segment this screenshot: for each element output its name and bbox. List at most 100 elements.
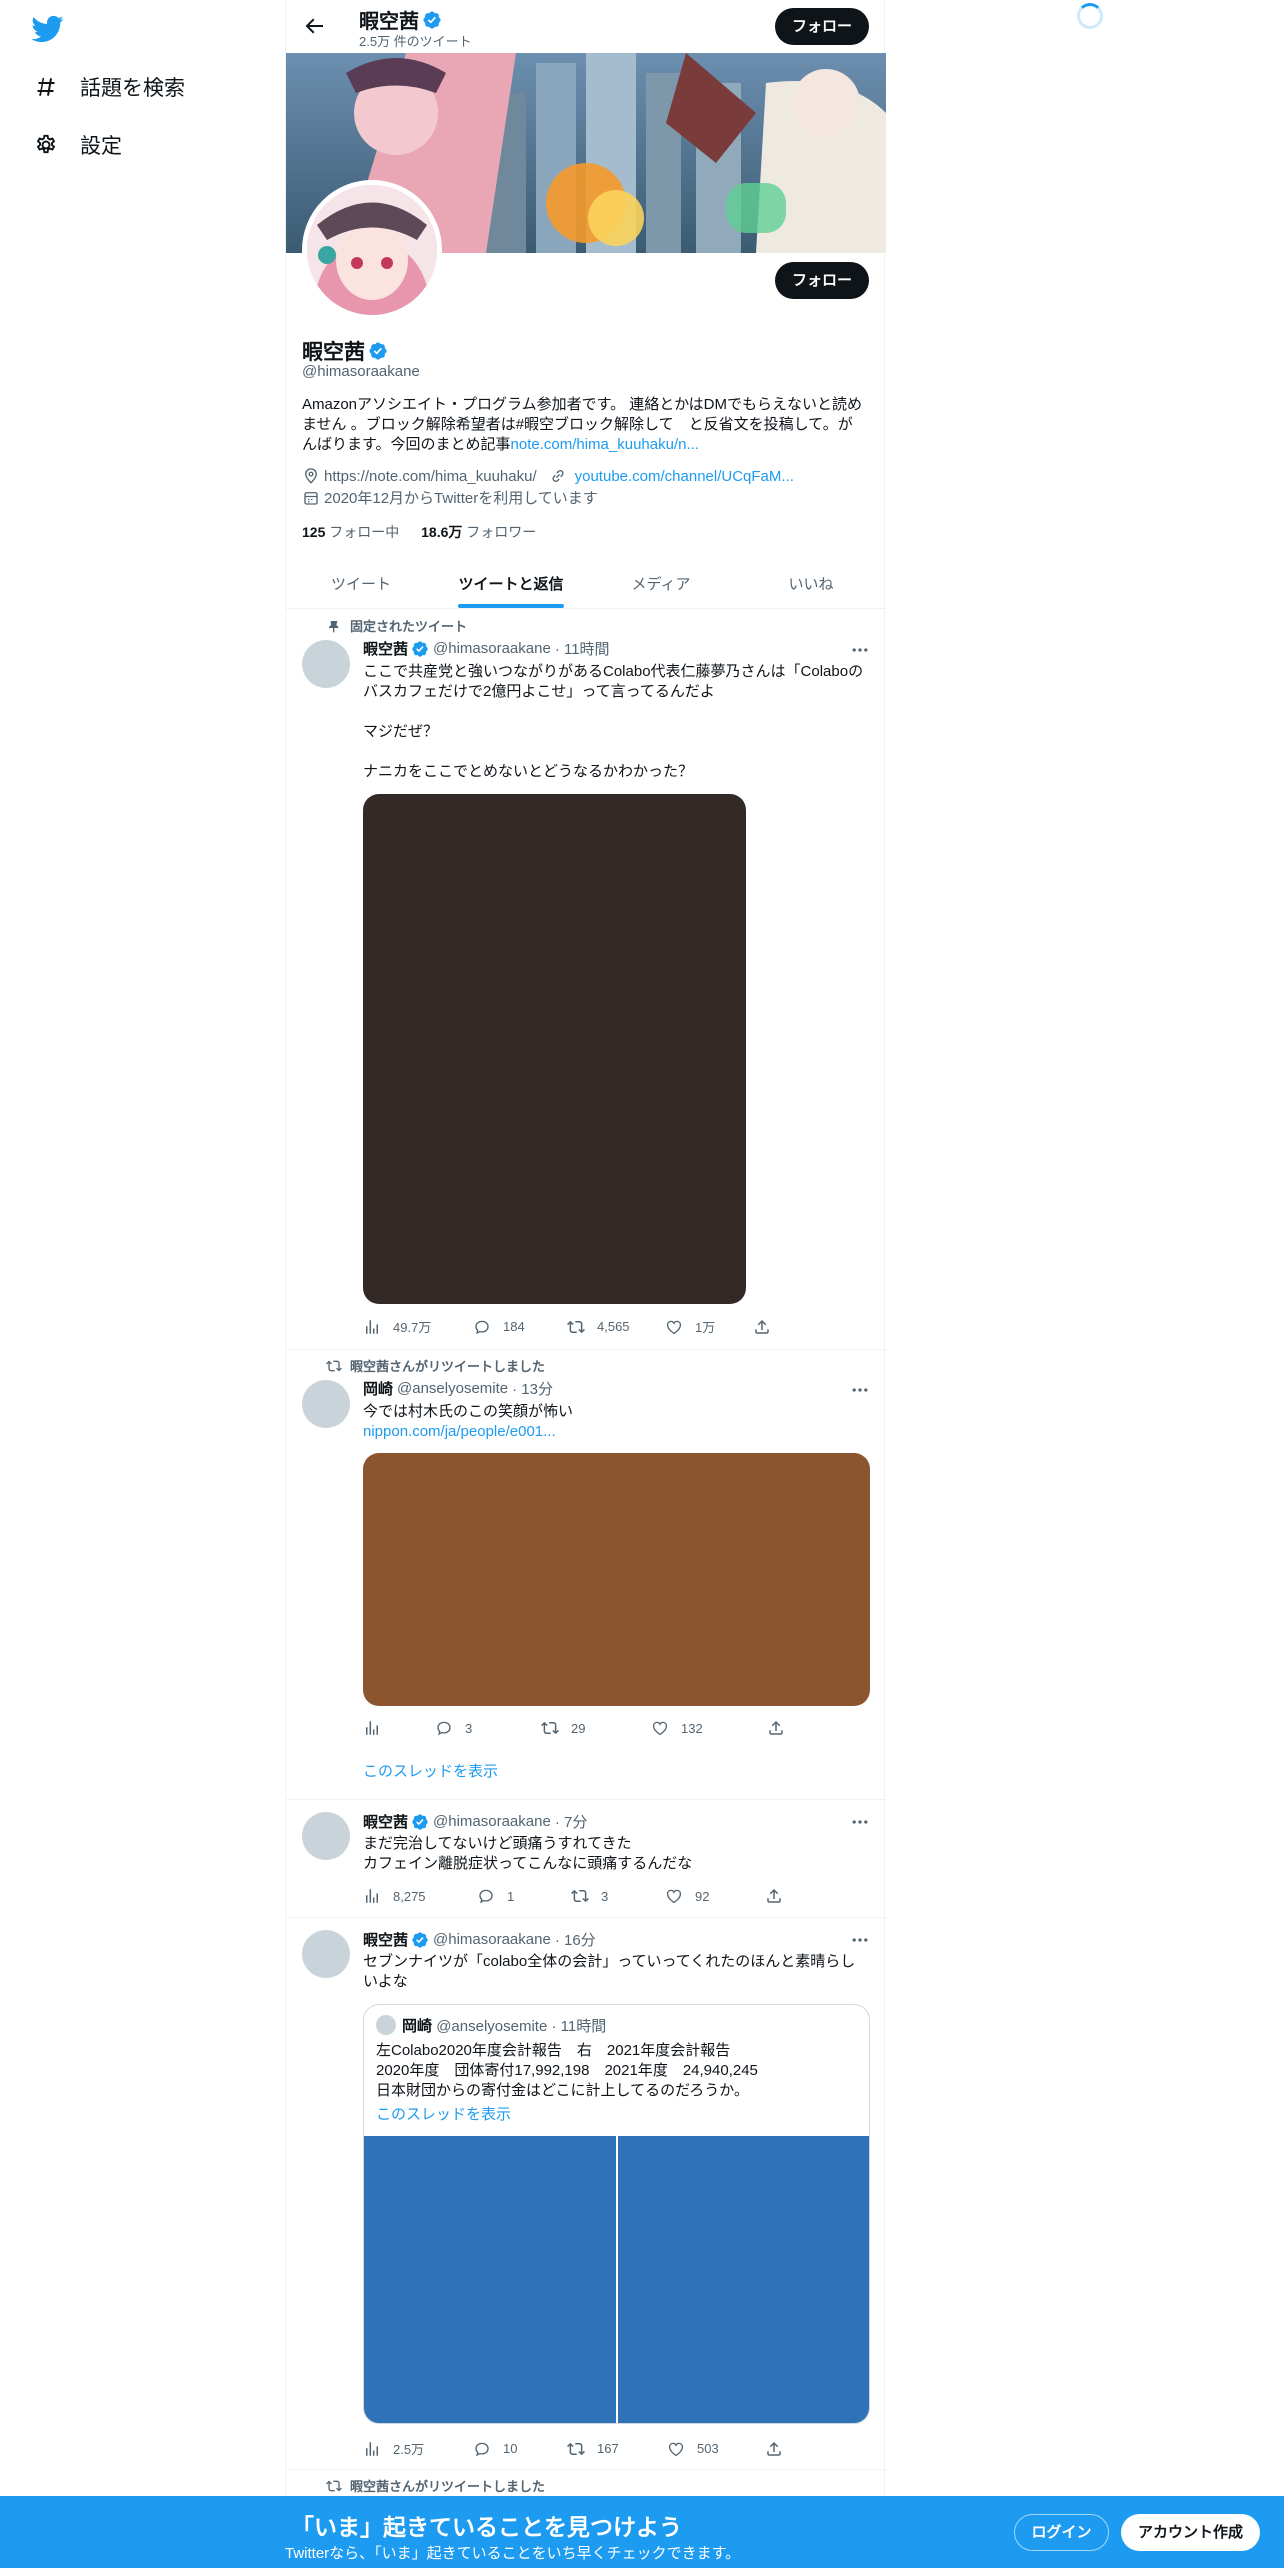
followers-link[interactable]: 18.6万 フォロワー [421,524,536,540]
reply-button[interactable]: 184 [473,1318,567,1336]
pinned-label: 固定されたツイート [350,619,468,634]
retweet-button[interactable]: 167 [567,2440,667,2458]
share-button[interactable] [767,1719,797,1737]
login-button[interactable]: ログイン [1014,2514,1109,2551]
author-handle[interactable]: @himasoraakane [433,1931,551,1948]
tweet-with-quote[interactable]: 暇空茜 @himasoraakane · 16分 セブンナイツが「colabo全… [286,1918,886,2470]
retweet-button[interactable]: 29 [541,1719,651,1737]
profile-header-bar: 暇空茜 2.5万 件のツイート フォロー [286,0,886,53]
tweet-context: 暇空茜さんがリツイートしました [334,2476,545,2495]
profile-name-text: 暇空茜 [302,341,365,364]
quoted-show-thread[interactable]: このスレッドを表示 [376,2103,511,2124]
tweet[interactable]: 暇空茜 @himasoraakane · 7分 まだ完治してないけど頭痛うすれて… [286,1800,886,1918]
tab-media[interactable]: メディア [586,556,736,608]
avatar[interactable] [302,1380,350,1428]
quoted-media-left[interactable] [364,2136,616,2423]
more-options-icon[interactable] [850,1930,870,1950]
share-button[interactable] [765,2440,795,2458]
heart-icon [667,2440,685,2458]
location-pin-icon [305,468,317,484]
views-icon [363,1887,381,1905]
verified-badge-icon [411,640,429,658]
retweet-icon [541,1719,559,1737]
header-follow-button[interactable]: フォロー [775,8,869,45]
tweet-time[interactable]: · 13分 [512,1378,553,1399]
quoted-text: 左Colabo2020年度会計報告 右 2021年度会計報告 2020年度 団体… [376,2042,758,2099]
nav-label-explore: 話題を検索 [80,77,185,100]
retweet-button[interactable]: 3 [571,1887,665,1905]
author-name[interactable]: 暇空茜 [363,638,408,659]
like-button[interactable]: 92 [665,1887,765,1905]
nav-item-explore[interactable]: 話題を検索 [34,72,185,102]
profile-name: 暇空茜 [302,336,388,366]
tab-likes[interactable]: いいね [736,556,886,608]
author-handle[interactable]: @himasoraakane [433,1813,551,1830]
verified-badge-icon [411,1813,429,1831]
retweeted-by-label[interactable]: 暇空茜さんがリツイートしました [350,2476,545,2495]
back-arrow-icon[interactable] [302,14,326,38]
tweet-media-image[interactable] [363,794,746,1304]
views-action[interactable]: 49.7万 [363,1317,473,1336]
retweet-count: 4,565 [597,1319,630,1334]
tweet-time[interactable]: · 16分 [555,1929,596,1950]
avatar[interactable] [302,1812,350,1860]
like-button[interactable]: 132 [651,1719,767,1737]
quoted-tweet[interactable]: 岡崎 @anselyosemite · 11時間 左Colabo2020年度会計… [363,2004,870,2424]
share-icon [753,1318,771,1336]
following-link[interactable]: 125 フォロー中 [302,524,399,540]
profile-bio: Amazonアソシエイト・プログラム参加者です。 連絡とかはDMでもらえないと読… [302,395,872,455]
followers-count: 18.6万 [421,524,463,540]
author-handle[interactable]: @himasoraakane [433,640,551,657]
tweet-time[interactable]: · 11時間 [555,638,610,659]
retweeted-by-label[interactable]: 暇空茜さんがリツイートしました [350,1356,545,1375]
tweet-text: セブンナイツが「colabo全体の会計」っていってくれたのほんと素晴らし いよな [363,1953,856,1990]
bio-link[interactable]: note.com/hima_kuuhaku/n... [511,436,699,453]
author-name[interactable]: 暇空茜 [363,1929,408,1950]
profile-website-link[interactable]: youtube.com/channel/UCqFaM... [575,468,794,485]
more-options-icon[interactable] [850,640,870,660]
tab-tweets[interactable]: ツイート [286,556,436,608]
more-options-icon[interactable] [850,1812,870,1832]
quoted-author-name: 岡崎 [402,2018,433,2035]
show-thread-link[interactable]: このスレッドを表示 [363,1762,873,1782]
share-button[interactable] [753,1318,783,1336]
author-name[interactable]: 暇空茜 [363,1811,408,1832]
avatar[interactable] [302,1930,350,1978]
signup-button[interactable]: アカウント作成 [1121,2514,1260,2551]
author-name[interactable]: 岡崎 [363,1378,393,1399]
reply-button[interactable]: 3 [435,1719,541,1737]
heart-icon [665,1318,683,1336]
retweet-icon [326,2478,342,2494]
tweet-media-image[interactable] [363,1453,870,1706]
views-action[interactable]: 2.5万 [363,2439,473,2458]
tweet-pinned[interactable]: 固定されたツイート 暇空茜 @himasoraakane · 11時間 ここで共… [286,610,886,1350]
signup-banner-title: 「いま」起きていることを見つけよう [291,2514,682,2540]
header-tweet-count: 2.5万 件のツイート [359,34,472,49]
views-action[interactable]: 8,275 [363,1887,477,1905]
profile-avatar[interactable] [302,180,442,320]
share-button[interactable] [765,1887,795,1905]
tweet-text: まだ完治してないけど頭痛うすれてきた カフェイン離脱症状ってこんなに頭痛するんだ… [363,1835,693,1872]
reply-button[interactable]: 10 [473,2440,567,2458]
profile-follow-button[interactable]: フォロー [775,262,869,299]
reply-button[interactable]: 1 [477,1887,571,1905]
views-action[interactable] [363,1719,435,1737]
tweet-retweeted[interactable]: 暇空茜さんがリツイートしました 岡崎 @anselyosemite · 13分 … [286,1350,886,1800]
retweet-button[interactable]: 4,565 [567,1318,665,1336]
share-icon [765,1887,783,1905]
avatar[interactable] [302,640,350,688]
followers-label: フォロワー [466,524,537,540]
nav-item-settings[interactable]: 設定 [34,130,122,160]
twitter-logo[interactable] [30,12,64,46]
quoted-media-right[interactable] [618,2136,869,2423]
tweet-link[interactable]: nippon.com/ja/people/e001... [363,1422,873,1442]
tweet-time[interactable]: · 7分 [555,1811,588,1832]
heart-icon [651,1719,669,1737]
more-options-icon[interactable] [850,1380,870,1400]
author-handle[interactable]: @anselyosemite [397,1380,508,1397]
main-column: 暇空茜 2.5万 件のツイート フォロー フォロー 暇空茜 @himasoraa… [285,0,886,2568]
like-button[interactable]: 503 [667,2440,765,2458]
gear-icon [36,134,56,154]
tab-tweets-and-replies[interactable]: ツイートと返信 [436,556,586,608]
like-button[interactable]: 1万 [665,1317,753,1336]
